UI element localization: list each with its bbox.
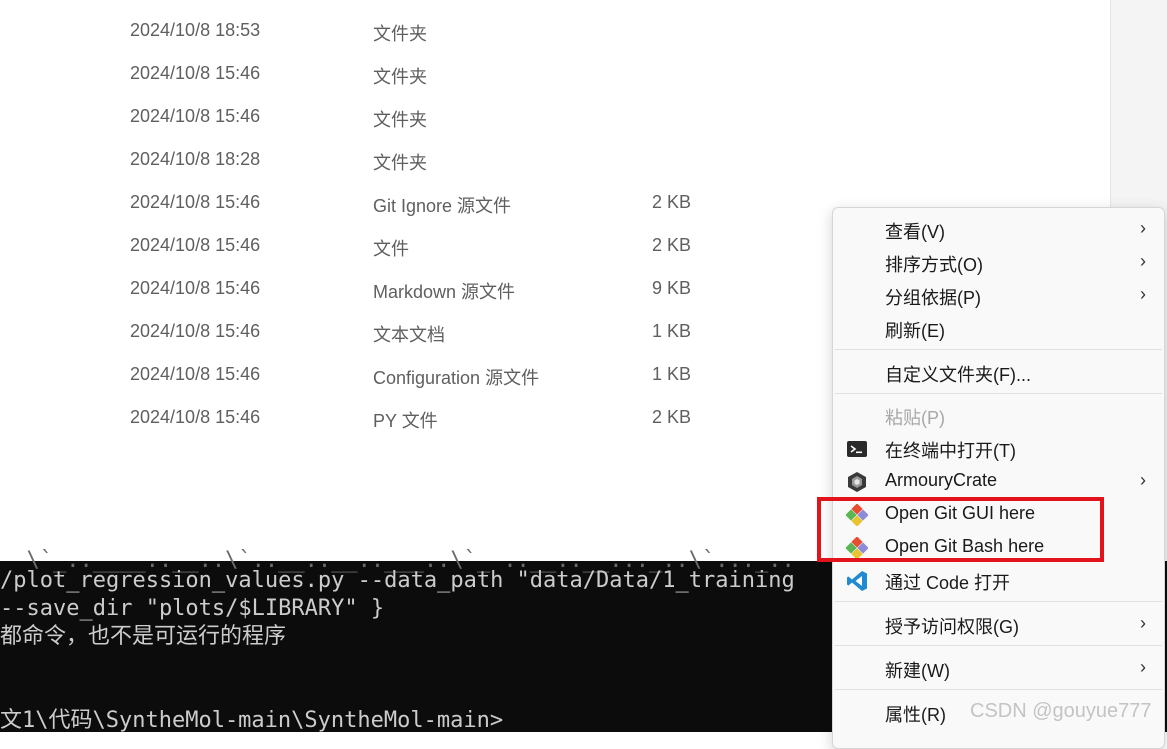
menu-item-paste[interactable]: 粘贴(P) <box>833 399 1164 431</box>
file-type: Configuration 源文件 <box>373 368 540 388</box>
menu-item-refresh[interactable]: 刷新(E) <box>833 312 1164 344</box>
file-type: 文件夹 <box>373 153 427 173</box>
file-type: 文件 <box>373 239 409 259</box>
menu-item-grant-access[interactable]: 授予访问权限(G) › <box>833 608 1164 640</box>
menu-label: 分组依据(P) <box>885 288 981 308</box>
armourycrate-icon <box>848 472 866 492</box>
file-date: 2024/10/8 15:46 <box>130 278 261 298</box>
terminal-icon <box>847 441 867 457</box>
menu-label: 通过 Code 打开 <box>885 573 1011 593</box>
menu-label: 自定义文件夹(F)... <box>885 365 1031 385</box>
file-type: Git Ignore 源文件 <box>373 196 512 216</box>
menu-item-view[interactable]: 查看(V) › <box>833 213 1164 245</box>
file-type: 文本文档 <box>373 325 445 345</box>
menu-separator <box>835 349 1162 350</box>
menu-separator <box>835 393 1162 394</box>
highlight-box <box>817 497 1104 562</box>
menu-label: 新建(W) <box>885 661 950 681</box>
terminal-line: --save_dir "plots/$LIBRARY" } <box>0 596 385 621</box>
file-date: 2024/10/8 18:28 <box>130 149 261 169</box>
menu-label: 刷新(E) <box>885 321 945 341</box>
menu-label: ArmouryCrate <box>885 470 998 490</box>
file-date: 2024/10/8 15:46 <box>130 364 261 384</box>
menu-label: 排序方式(O) <box>885 255 983 275</box>
menu-item-sort[interactable]: 排序方式(O) › <box>833 246 1164 278</box>
file-date: 2024/10/8 15:46 <box>130 235 261 255</box>
file-size: 2 KB <box>652 407 692 427</box>
terminal-line: /plot_regression_values.py --data_path "… <box>0 568 795 593</box>
menu-separator <box>835 689 1162 690</box>
file-date: 2024/10/8 18:53 <box>130 20 261 40</box>
file-type: 文件夹 <box>373 110 427 130</box>
file-row[interactable]: 2024/10/8 15:46 文件夹 <box>0 53 1110 96</box>
watermark: CSDN @gouyue777 <box>970 700 1152 722</box>
file-row[interactable]: 2024/10/8 18:28 文件夹 <box>0 139 1110 182</box>
menu-label: 授予访问权限(G) <box>885 617 1019 637</box>
file-date: 2024/10/8 15:46 <box>130 321 261 341</box>
menu-item-group[interactable]: 分组依据(P) › <box>833 279 1164 311</box>
file-size: 9 KB <box>652 278 692 298</box>
terminal-line: 都命令，也不是可运行的程序 <box>0 624 287 649</box>
chevron-right-icon: › <box>1140 613 1146 633</box>
file-type: 文件夹 <box>373 67 427 87</box>
menu-label: 属性(R) <box>885 705 946 725</box>
file-size: 2 KB <box>652 235 692 255</box>
chevron-right-icon: › <box>1140 284 1146 304</box>
file-size: 1 KB <box>652 321 692 341</box>
terminal-prompt: 文1\代码\SyntheMol-main\SyntheMol-main> <box>0 708 504 733</box>
file-date: 2024/10/8 15:46 <box>130 63 261 83</box>
menu-label: 查看(V) <box>885 222 945 242</box>
menu-item-customize-folder[interactable]: 自定义文件夹(F)... <box>833 356 1164 388</box>
chevron-right-icon: › <box>1140 657 1146 677</box>
menu-item-open-terminal[interactable]: 在终端中打开(T) <box>833 432 1164 464</box>
vscode-icon <box>847 571 867 591</box>
menu-item-new[interactable]: 新建(W) › <box>833 652 1164 684</box>
menu-label: 在终端中打开(T) <box>885 441 1016 461</box>
file-date: 2024/10/8 15:46 <box>130 106 261 126</box>
file-row[interactable]: 2024/10/8 18:53 文件夹 <box>0 10 1110 53</box>
file-size: 1 KB <box>652 364 692 384</box>
chevron-right-icon: › <box>1140 251 1146 271</box>
menu-item-open-with-code[interactable]: 通过 Code 打开 <box>833 564 1164 596</box>
file-date: 2024/10/8 15:46 <box>130 407 261 427</box>
chevron-right-icon: › <box>1140 218 1146 238</box>
file-row[interactable]: 2024/10/8 15:46 文件夹 <box>0 96 1110 139</box>
file-size: 2 KB <box>652 192 692 212</box>
menu-item-armourycrate[interactable]: ArmouryCrate › <box>833 465 1164 497</box>
chevron-right-icon: › <box>1140 470 1146 490</box>
menu-separator <box>835 645 1162 646</box>
context-menu: 查看(V) › 排序方式(O) › 分组依据(P) › 刷新(E) 自定义文件夹… <box>832 207 1165 749</box>
file-type: PY 文件 <box>373 411 438 431</box>
file-date: 2024/10/8 15:46 <box>130 192 261 212</box>
file-type: Markdown 源文件 <box>373 282 516 302</box>
file-type: 文件夹 <box>373 24 427 44</box>
menu-label: 粘贴(P) <box>885 408 945 428</box>
menu-separator <box>835 601 1162 602</box>
